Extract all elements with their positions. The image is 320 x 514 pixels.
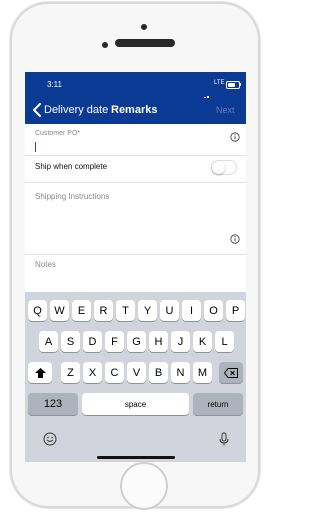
ship-when-complete-label: Ship when complete	[35, 162, 108, 171]
backspace-icon	[224, 367, 238, 378]
navigation-bar: Delivery date Remarks Next	[25, 98, 246, 124]
return-key[interactable]: return	[193, 393, 243, 415]
customer-po-input[interactable]	[35, 142, 36, 152]
front-camera	[102, 42, 108, 48]
space-key-label: space	[124, 399, 147, 409]
key-g[interactable]: G	[127, 331, 146, 352]
key-m[interactable]: M	[193, 362, 212, 383]
return-key-label: return	[207, 399, 229, 409]
home-button[interactable]	[120, 462, 168, 510]
key-v[interactable]: V	[127, 362, 146, 383]
top-sensor	[141, 24, 147, 30]
numbers-key[interactable]: 123	[28, 393, 78, 415]
backspace-key[interactable]	[219, 362, 243, 383]
back-button[interactable]: Delivery date	[32, 103, 108, 117]
space-key[interactable]: space	[82, 393, 189, 415]
key-u[interactable]: U	[160, 300, 179, 321]
next-button[interactable]: Next	[216, 105, 235, 115]
shift-arrow-icon	[34, 367, 46, 378]
info-icon[interactable]	[230, 132, 240, 142]
key-p[interactable]: P	[226, 300, 245, 321]
toggle-knob	[212, 161, 225, 174]
key-q[interactable]: Q	[28, 300, 47, 321]
key-b[interactable]: B	[149, 362, 168, 383]
status-bar: 3:11 LTE	[25, 72, 246, 118]
ship-when-complete-toggle[interactable]	[211, 160, 237, 175]
signal-icon	[201, 82, 211, 118]
key-l[interactable]: L	[215, 331, 234, 352]
shipping-instructions-label: Shipping Instructions	[35, 192, 110, 201]
app-screen: 3:11 LTE Delivery date Remarks Next Cust…	[25, 72, 246, 462]
home-indicator	[97, 456, 175, 459]
emoji-icon[interactable]	[43, 432, 57, 446]
key-w[interactable]: W	[50, 300, 69, 321]
key-z[interactable]: Z	[61, 362, 80, 383]
key-h[interactable]: H	[149, 331, 168, 352]
chevron-left-icon	[33, 103, 41, 117]
key-t[interactable]: T	[116, 300, 135, 321]
key-c[interactable]: C	[105, 362, 124, 383]
network-label: LTE	[214, 80, 225, 86]
status-time: 3:11	[47, 80, 62, 89]
microphone-icon[interactable]	[217, 432, 231, 446]
onscreen-keyboard: Q W E R T Y U I O P A S D F G H J K L Z …	[25, 292, 246, 462]
page-title: Remarks	[111, 104, 158, 116]
key-r[interactable]: R	[94, 300, 113, 321]
shift-key[interactable]	[28, 362, 52, 383]
info-icon[interactable]	[230, 234, 240, 244]
key-d[interactable]: D	[83, 331, 102, 352]
key-o[interactable]: O	[204, 300, 223, 321]
back-button-label: Delivery date	[44, 104, 109, 116]
key-e[interactable]: E	[72, 300, 91, 321]
earpiece-speaker	[115, 39, 175, 47]
key-f[interactable]: F	[105, 331, 124, 352]
battery-icon	[226, 81, 240, 89]
key-y[interactable]: Y	[138, 300, 157, 321]
notes-label: Notes	[35, 260, 56, 269]
divider	[25, 155, 246, 156]
key-a[interactable]: A	[39, 331, 58, 352]
key-n[interactable]: N	[171, 362, 190, 383]
remarks-form: Customer PO* Ship when complete Shipping…	[25, 124, 246, 292]
divider	[25, 182, 246, 183]
key-x[interactable]: X	[83, 362, 102, 383]
divider	[25, 254, 246, 255]
customer-po-label: Customer PO*	[35, 130, 81, 137]
key-j[interactable]: J	[171, 331, 190, 352]
key-s[interactable]: S	[61, 331, 80, 352]
key-k[interactable]: K	[193, 331, 212, 352]
battery-cap	[239, 83, 241, 86]
key-i[interactable]: I	[182, 300, 201, 321]
